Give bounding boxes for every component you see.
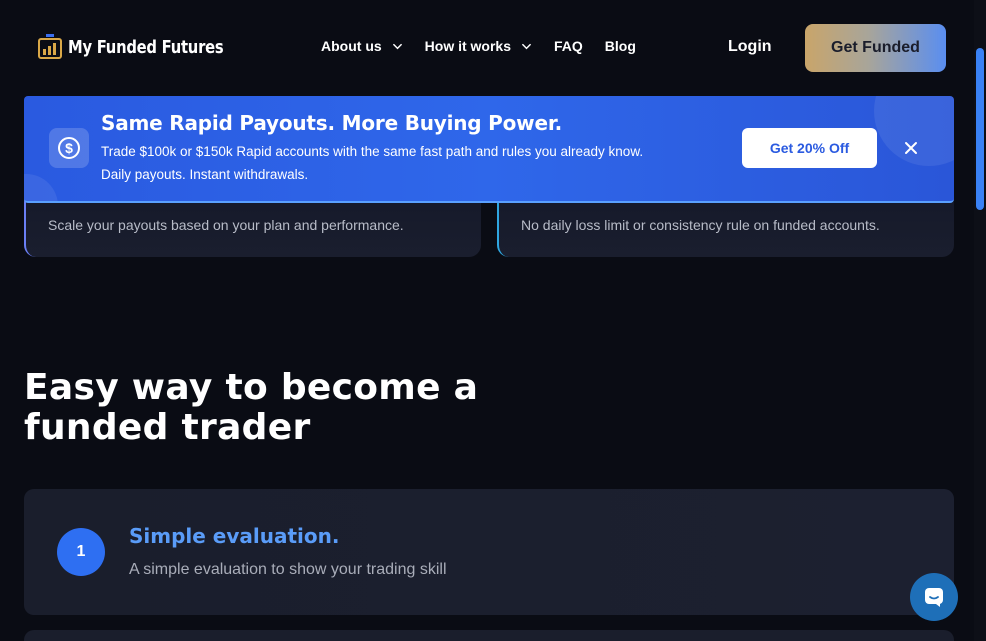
decorative-circle bbox=[24, 174, 58, 201]
promo-banner: $ Same Rapid Payouts. More Buying Power.… bbox=[24, 96, 954, 203]
feature-text: Scale your payouts based on your plan an… bbox=[48, 217, 404, 233]
get-funded-button[interactable]: Get Funded bbox=[805, 24, 946, 72]
site-header: My Funded Futures About us How it works … bbox=[0, 0, 974, 96]
nav-how-it-works[interactable]: How it works bbox=[425, 38, 532, 54]
step-number-badge: 1 bbox=[57, 528, 105, 576]
step-card bbox=[24, 630, 954, 641]
logo-icon bbox=[38, 34, 62, 60]
step-description: A simple evaluation to show your trading… bbox=[129, 561, 447, 578]
login-link[interactable]: Login bbox=[728, 38, 772, 56]
banner-title: Same Rapid Payouts. More Buying Power. bbox=[101, 111, 563, 135]
nav-how-it-works-label: How it works bbox=[424, 38, 512, 54]
section-title: Easy way to become a funded trader bbox=[24, 367, 479, 448]
chevron-down-icon bbox=[522, 43, 531, 49]
brand-name: My Funded Futures bbox=[68, 36, 224, 58]
banner-description: Trade $100k or $150k Rapid accounts with… bbox=[101, 144, 644, 159]
step-card: 1 Simple evaluation. A simple evaluation… bbox=[24, 489, 954, 615]
nav-faq-label: FAQ bbox=[554, 38, 583, 54]
close-icon[interactable] bbox=[901, 138, 921, 158]
feature-text: No daily loss limit or consistency rule … bbox=[521, 217, 880, 233]
nav-about-us-label: About us bbox=[321, 38, 382, 54]
scrollbar-thumb[interactable] bbox=[976, 48, 984, 210]
nav-about-us[interactable]: About us bbox=[321, 38, 403, 54]
dollar-coin-icon: $ bbox=[49, 128, 89, 168]
nav-blog[interactable]: Blog bbox=[605, 38, 636, 54]
nav-faq[interactable]: FAQ bbox=[554, 38, 583, 54]
get-discount-button[interactable]: Get 20% Off bbox=[742, 128, 877, 168]
chat-icon[interactable] bbox=[910, 573, 958, 621]
scrollbar-track[interactable] bbox=[974, 0, 986, 641]
chevron-down-icon bbox=[392, 43, 402, 49]
svg-text:$: $ bbox=[65, 140, 73, 156]
step-title: Simple evaluation. bbox=[129, 524, 340, 548]
nav-blog-label: Blog bbox=[604, 38, 636, 54]
brand-logo[interactable]: My Funded Futures bbox=[38, 34, 258, 60]
banner-subtext: Daily payouts. Instant withdrawals. bbox=[101, 167, 309, 182]
main-nav: About us How it works FAQ Blog bbox=[321, 38, 636, 54]
